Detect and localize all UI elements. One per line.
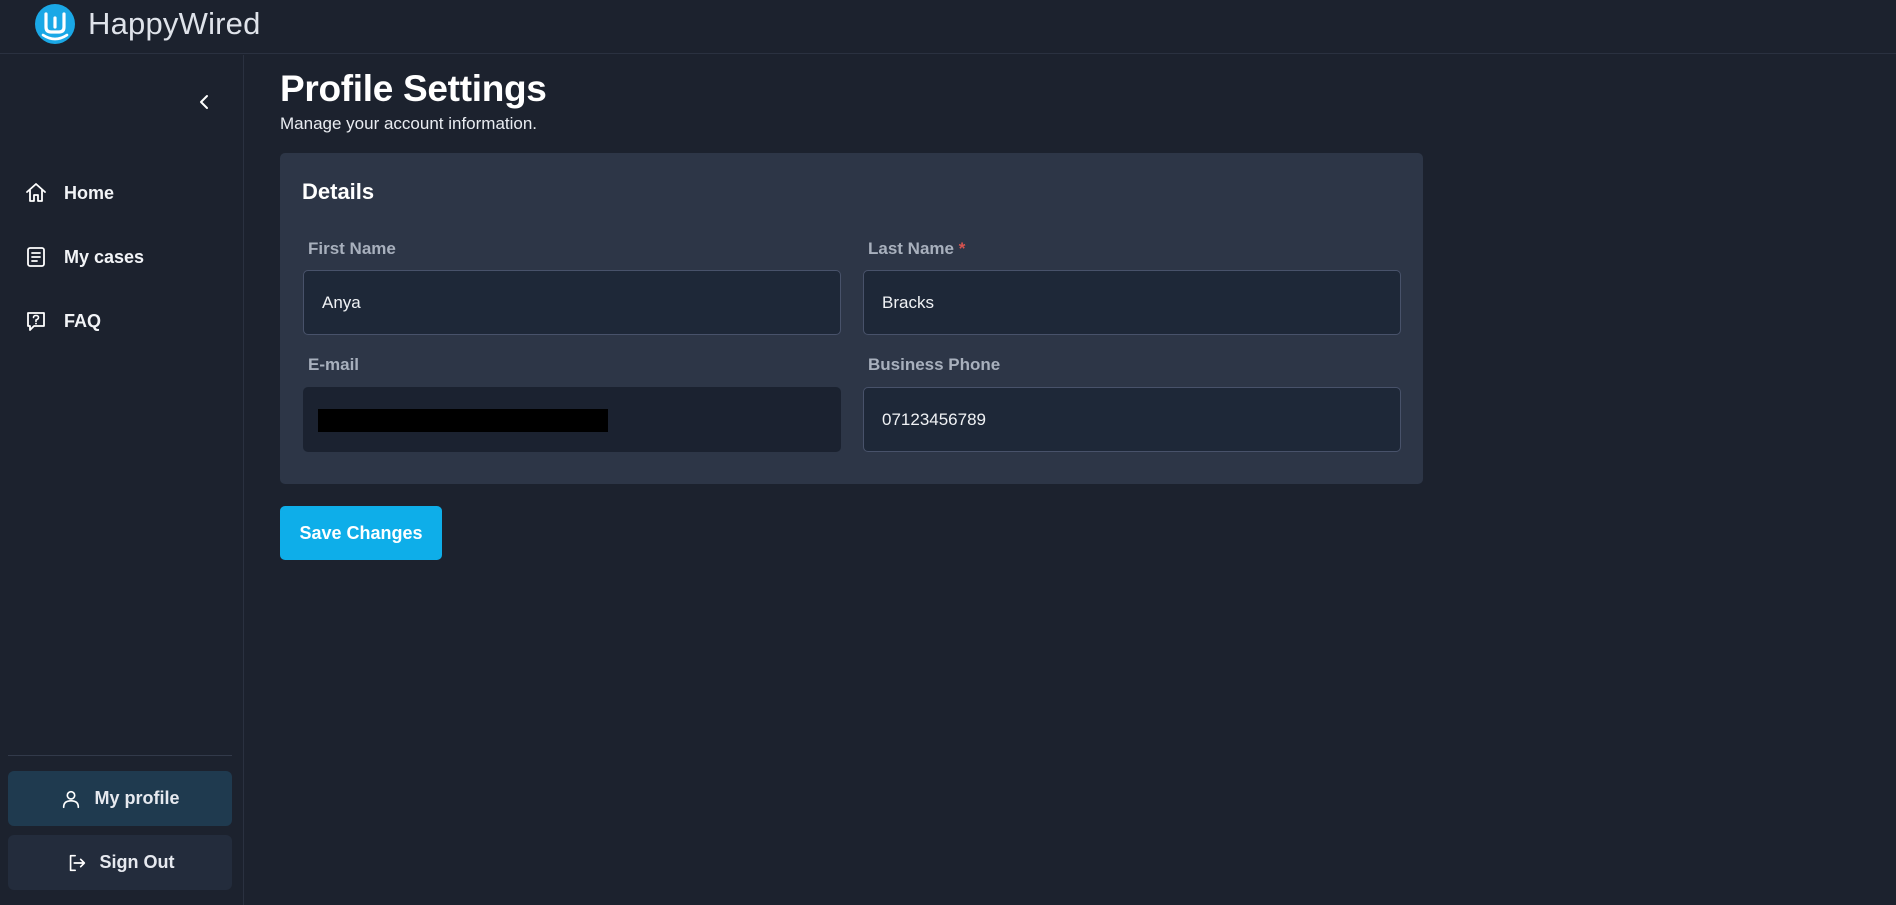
- last-name-label-text: Last Name: [868, 239, 954, 258]
- sidebar-item-label: My cases: [64, 246, 145, 267]
- sign-out-button[interactable]: Sign Out: [8, 835, 232, 890]
- my-profile-button[interactable]: My profile: [8, 771, 232, 826]
- sign-out-icon: [69, 854, 85, 871]
- details-title: Details: [302, 179, 375, 204]
- sidebar-collapse-button[interactable]: [190, 87, 220, 117]
- sidebar-item-faq[interactable]: FAQ: [0, 299, 244, 343]
- brand-name: HappyWired: [88, 6, 261, 41]
- sidebar-item-label: Home: [64, 182, 115, 203]
- first-name-input[interactable]: [303, 270, 841, 335]
- document-icon: [27, 247, 45, 267]
- sidebar-divider: [8, 755, 232, 756]
- details-card: Details First Name Last Name * E-mail Bu…: [280, 153, 1423, 484]
- sidebar-item-label: FAQ: [64, 310, 102, 331]
- first-name-label-text: First Name: [308, 239, 396, 258]
- required-mark: *: [958, 239, 966, 258]
- question-chat-icon: [27, 312, 45, 331]
- user-icon: [63, 790, 80, 808]
- last-name-label: Last Name *: [868, 239, 965, 259]
- page-subtitle: Manage your account information.: [280, 114, 538, 133]
- sidebar-item-home[interactable]: Home: [0, 171, 244, 215]
- happywired-logo-icon[interactable]: [34, 3, 76, 45]
- business-phone-input[interactable]: [863, 387, 1401, 452]
- my-profile-label: My profile: [94, 788, 180, 808]
- last-name-input[interactable]: [863, 270, 1401, 335]
- sign-out-label: Sign Out: [99, 852, 175, 872]
- sidebar: Home My cases FAQ My profile Sign Out: [0, 55, 244, 905]
- email-label-text: E-mail: [308, 355, 360, 374]
- business-phone-label-text: Business Phone: [868, 355, 1001, 374]
- email-label: E-mail: [308, 355, 359, 375]
- chevron-left-icon: [200, 95, 208, 109]
- save-changes-button[interactable]: Save Changes: [280, 506, 442, 560]
- email-redaction: [318, 409, 608, 432]
- top-bar: HappyWired: [0, 0, 1896, 54]
- first-name-label: First Name: [308, 239, 396, 259]
- page-title: Profile Settings: [280, 68, 547, 109]
- business-phone-label: Business Phone: [868, 355, 1000, 375]
- home-icon: [26, 183, 46, 202]
- sidebar-item-my-cases[interactable]: My cases: [0, 235, 244, 279]
